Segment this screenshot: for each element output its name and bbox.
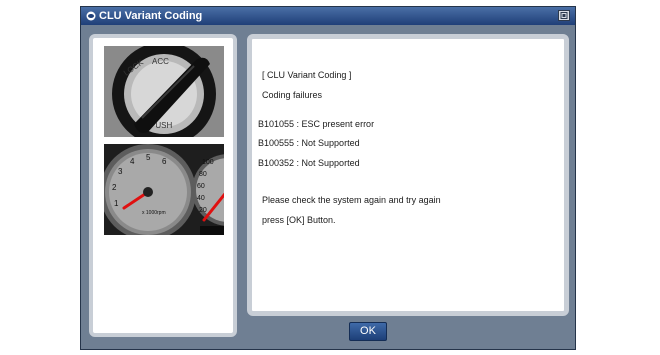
instruction-line: Please check the system again and try ag… — [262, 195, 441, 205]
error-code-line: B100555 : Not Supported — [258, 138, 360, 148]
error-code-line: B101055 : ESC present error — [258, 119, 375, 129]
instrument-cluster-image: 4 5 6 3 2 1 x 1000rpm 100 80 60 40 20 — [104, 144, 224, 235]
tach-number: 4 — [130, 157, 135, 166]
instruction-line: press [OK] Button. — [262, 215, 336, 225]
clu-variant-coding-window: CLU Variant Coding LOCK ACC ON PUSH — [80, 6, 576, 350]
title-bar: CLU Variant Coding — [81, 7, 575, 25]
close-icon — [560, 12, 568, 19]
ok-button[interactable]: OK — [349, 322, 387, 341]
tach-number: 2 — [112, 183, 117, 192]
speed-number: 60 — [197, 183, 205, 190]
tach-unit-label: x 1000rpm — [142, 210, 166, 216]
coding-status: Coding failures — [262, 90, 323, 100]
image-panel: LOCK ACC ON PUSH 4 5 6 3 2 1 — [89, 34, 237, 337]
speed-number: 20 — [199, 207, 207, 214]
tach-number: 6 — [162, 157, 167, 166]
message-panel: [ CLU Variant Coding ] Coding failures B… — [247, 34, 569, 316]
app-logo-icon — [86, 11, 96, 21]
message-header: [ CLU Variant Coding ] — [262, 70, 352, 80]
error-code-line: B100352 : Not Supported — [258, 158, 360, 168]
ignition-label: ACC — [152, 57, 169, 66]
speed-number: 100 — [202, 159, 214, 166]
tach-number: 5 — [146, 153, 151, 162]
speed-number: 40 — [197, 195, 205, 202]
speed-number: 80 — [199, 171, 207, 178]
close-button[interactable] — [558, 10, 570, 21]
tach-number: 1 — [114, 199, 119, 208]
window-title: CLU Variant Coding — [99, 10, 203, 22]
ignition-key-image: LOCK ACC ON PUSH — [104, 46, 224, 137]
tach-number: 3 — [118, 167, 123, 176]
